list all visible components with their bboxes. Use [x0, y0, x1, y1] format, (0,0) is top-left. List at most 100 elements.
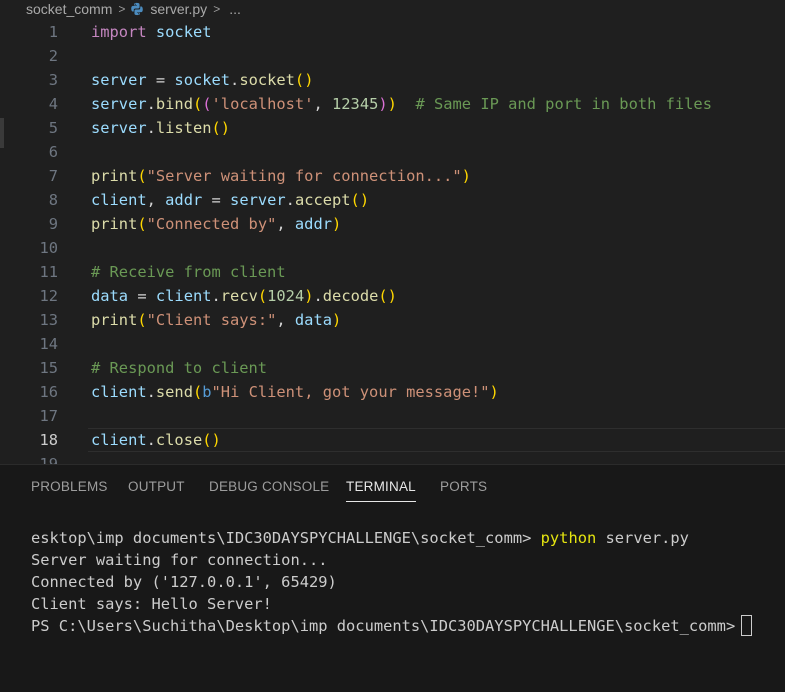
code-token: listen [155, 119, 212, 137]
breadcrumb-file[interactable]: server.py [150, 0, 207, 18]
code-text: client.send(b"Hi Client, got your messag… [91, 380, 499, 404]
code-text: print("Connected by", addr) [91, 212, 341, 236]
code-line-current[interactable]: 18 client.close() [0, 428, 785, 452]
code-token: accept [294, 191, 351, 209]
code-line[interactable]: 2 [0, 44, 785, 68]
line-number: 14 [39, 335, 58, 353]
tab-ports[interactable]: PORTS [440, 479, 487, 494]
code-line[interactable]: 8 client, addr = server.accept() [0, 188, 785, 212]
code-token: 'localhost' [211, 95, 314, 113]
code-token: . [146, 383, 156, 401]
code-token: data [91, 287, 129, 305]
tab-output[interactable]: OUTPUT [128, 479, 185, 494]
code-token: , [146, 191, 166, 209]
code-comment: # Receive from client [91, 263, 286, 281]
code-token: client [155, 287, 212, 305]
code-token: , [313, 95, 333, 113]
code-editor[interactable]: 1 import socket 2 3 server = socket.sock… [0, 18, 785, 464]
code-token: . [285, 191, 295, 209]
terminal-prompt: esktop\imp documents\IDC30DAYSPYCHALLENG… [31, 529, 541, 547]
code-token: ( [137, 311, 147, 329]
line-number: 15 [39, 359, 58, 377]
code-line[interactable]: 16 client.send(b"Hi Client, got your mes… [0, 380, 785, 404]
code-token: "Connected by" [146, 215, 277, 233]
code-token: addr [165, 191, 203, 209]
line-number: 10 [39, 239, 58, 257]
code-token: print [91, 167, 138, 185]
code-token: = [128, 287, 156, 305]
code-token: 1024 [267, 287, 305, 305]
code-line[interactable]: 15 # Respond to client [0, 356, 785, 380]
code-line[interactable]: 9 print("Connected by", addr) [0, 212, 785, 236]
code-line[interactable]: 5 server.listen() [0, 116, 785, 140]
code-token: 12345 [332, 95, 379, 113]
code-text: server.bind(('localhost', 12345)) # Same… [91, 92, 712, 116]
code-token: ) [331, 311, 342, 329]
terminal-output[interactable]: esktop\imp documents\IDC30DAYSPYCHALLENG… [31, 527, 753, 637]
code-token: () [350, 191, 370, 209]
code-token: ) [331, 215, 342, 233]
code-token: send [155, 383, 193, 401]
code-token: server [91, 95, 147, 113]
tab-terminal[interactable]: TERMINAL [346, 479, 416, 502]
code-token: () [211, 119, 231, 137]
code-token: , [276, 215, 295, 233]
code-token: "Server waiting for connection..." [146, 167, 462, 185]
code-text: client, addr = server.accept() [91, 188, 369, 212]
code-line[interactable]: 19 [0, 452, 785, 464]
code-token: = [202, 191, 231, 209]
tab-problems[interactable]: PROBLEMS [31, 479, 108, 494]
bottom-panel: PROBLEMS OUTPUT DEBUG CONSOLE TERMINAL P… [0, 464, 785, 692]
code-token: close [155, 431, 203, 449]
code-text: # Respond to client [91, 356, 267, 380]
code-token: data [294, 311, 332, 329]
breadcrumb-folder[interactable]: socket_comm [0, 0, 112, 18]
code-token: ) [387, 95, 397, 113]
code-token: . [146, 95, 156, 113]
code-token: . [146, 431, 156, 449]
chevron-right-icon: > [118, 2, 126, 16]
line-number: 19 [39, 455, 58, 464]
code-token: . [211, 287, 221, 305]
code-text: server.listen() [91, 116, 230, 140]
code-token: socket [239, 71, 295, 89]
code-text: data = client.recv(1024).decode() [91, 284, 397, 308]
breadcrumb: socket_comm > server.py > ... [0, 0, 785, 18]
code-line[interactable]: 1 import socket [0, 20, 785, 44]
chevron-right-icon: > [213, 2, 221, 16]
code-text: print("Client says:", data) [91, 308, 341, 332]
code-line[interactable]: 17 [0, 404, 785, 428]
code-line[interactable]: 11 # Receive from client [0, 260, 785, 284]
code-token: socket [174, 71, 231, 89]
code-token: server [230, 191, 286, 209]
code-line[interactable]: 12 data = client.recv(1024).decode() [0, 284, 785, 308]
terminal-line: Client says: Hello Server! [31, 595, 272, 613]
code-token: ( [192, 383, 203, 401]
code-token: . [146, 119, 156, 137]
code-token: ) [378, 95, 388, 113]
code-text: server = socket.socket() [91, 68, 313, 92]
line-number: 3 [48, 71, 58, 89]
line-number: 2 [48, 47, 58, 65]
code-line[interactable]: 10 [0, 236, 785, 260]
code-line[interactable]: 4 server.bind(('localhost', 12345)) # Sa… [0, 92, 785, 116]
terminal-cursor[interactable] [741, 615, 753, 636]
code-token: bind [155, 95, 193, 113]
code-text: # Receive from client [91, 260, 286, 284]
terminal-line: PS C:\Users\Suchitha\Desktop\imp documen… [31, 615, 753, 637]
breadcrumb-ellipsis[interactable]: ... [229, 0, 241, 18]
code-token: , [276, 311, 295, 329]
code-token: ) [304, 287, 314, 305]
code-token: client [91, 383, 147, 401]
code-token: decode [322, 287, 379, 305]
code-line[interactable]: 13 print("Client says:", data) [0, 308, 785, 332]
code-token: ) [461, 167, 471, 185]
code-text: print("Server waiting for connection..."… [91, 164, 471, 188]
code-token: "Client says:" [146, 311, 277, 329]
code-token: . [230, 71, 240, 89]
code-line[interactable]: 7 print("Server waiting for connection..… [0, 164, 785, 188]
code-line[interactable]: 6 [0, 140, 785, 164]
code-line[interactable]: 3 server = socket.socket() [0, 68, 785, 92]
tab-debug-console[interactable]: DEBUG CONSOLE [209, 479, 329, 494]
code-line[interactable]: 14 [0, 332, 785, 356]
